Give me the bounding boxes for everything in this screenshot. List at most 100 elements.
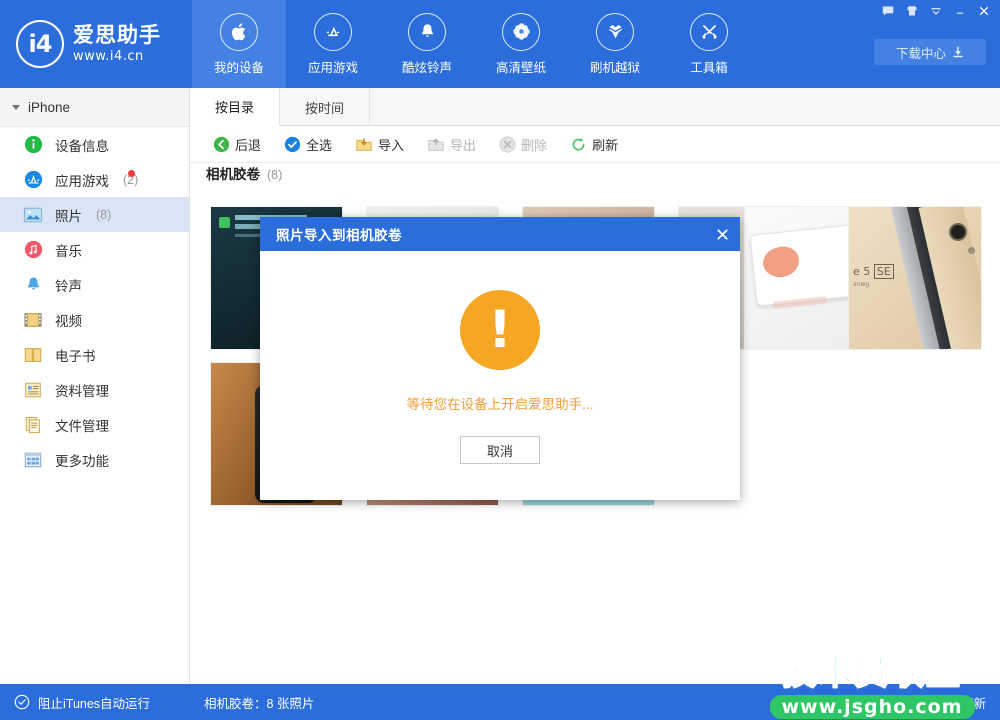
toolbar-label: 删除: [521, 135, 547, 154]
top-bar: i4 爱思助手 www.i4.cn 我的设备: [0, 0, 1000, 88]
photo-thumb-6[interactable]: e 5 SE anwg: [848, 206, 982, 350]
brand-url: www.i4.cn: [73, 50, 161, 64]
check-circle-icon: [14, 694, 30, 710]
back-arrow-icon: [213, 136, 230, 153]
device-header[interactable]: iPhone: [0, 88, 189, 127]
sidebar-item-label: 音乐: [55, 240, 82, 260]
notification-badge-dot: [128, 170, 135, 177]
sidebar-item-label: 照片: [55, 205, 82, 225]
message-icon[interactable]: [876, 2, 900, 21]
album-count: (8): [267, 168, 282, 182]
download-center-label: 下载中心: [896, 43, 946, 62]
sidebar-item-more-features[interactable]: 更多功能: [0, 442, 189, 477]
ebook-icon: [22, 344, 44, 366]
photo-icon: [22, 204, 44, 226]
export-icon: [427, 135, 445, 153]
sidebar-item-data-manage[interactable]: 资料管理: [0, 372, 189, 407]
tools-icon: [690, 13, 728, 51]
toolbar-label: 导出: [450, 135, 476, 154]
nav-tab-apps-games[interactable]: 应用游戏: [286, 0, 380, 88]
sidebar-item-photos[interactable]: 照片 (8): [0, 197, 189, 232]
sidebar-item-device-info[interactable]: 设备信息: [0, 127, 189, 162]
sidebar-item-label: 资料管理: [55, 380, 109, 400]
import-icon: [355, 135, 373, 153]
block-itunes-toggle[interactable]: 阻止iTunes自动运行: [0, 684, 190, 720]
sidebar-item-count: (8): [96, 208, 111, 222]
nav-tab-wallpapers[interactable]: 高清壁纸: [474, 0, 568, 88]
minimize-icon[interactable]: [948, 2, 972, 21]
cancel-button[interactable]: 取消: [460, 436, 540, 464]
file-manage-icon: [22, 414, 44, 436]
update-link[interactable]: 更新: [961, 693, 986, 712]
nav-tab-label: 应用游戏: [308, 57, 358, 76]
warning-icon: !: [460, 290, 540, 370]
music-icon: [22, 239, 44, 261]
block-itunes-label: 阻止iTunes自动运行: [38, 693, 150, 712]
appstore-icon: [314, 13, 352, 51]
export-button[interactable]: 导出: [418, 131, 485, 158]
select-all-button[interactable]: 全选: [275, 131, 341, 158]
dialog-title-bar: 照片导入到相机胶卷: [260, 217, 740, 251]
dialog-title: 照片导入到相机胶卷: [276, 224, 402, 244]
refresh-button[interactable]: 刷新: [561, 131, 627, 158]
sidebar-item-file-manage[interactable]: 文件管理: [0, 407, 189, 442]
flower-icon: [502, 13, 540, 51]
i4-logo-icon: i4: [16, 20, 64, 68]
sidebar-item-apps-games[interactable]: 应用游戏 (2): [0, 162, 189, 197]
dialog-body: ! 等待您在设备上开启爱思助手... 取消: [260, 251, 740, 500]
import-photos-dialog: 照片导入到相机胶卷 ! 等待您在设备上开启爱思助手... 取消: [260, 217, 740, 500]
nav-tab-my-device[interactable]: 我的设备: [192, 0, 286, 88]
import-button[interactable]: 导入: [346, 131, 413, 158]
status-text: 相机胶卷：8 张照片: [204, 693, 314, 712]
more-features-icon: [22, 449, 44, 471]
nav-tab-label: 高清壁纸: [496, 57, 546, 76]
sidebar-item-music[interactable]: 音乐: [0, 232, 189, 267]
delete-button[interactable]: 删除: [490, 131, 556, 158]
nav-tab-ringtones[interactable]: 酷炫铃声: [380, 0, 474, 88]
tab-by-time[interactable]: 按时间: [280, 88, 370, 126]
close-icon[interactable]: [972, 2, 996, 21]
album-header: 相机胶卷 (8): [190, 163, 1000, 193]
data-manage-icon: [22, 379, 44, 401]
skin-icon[interactable]: [900, 2, 924, 21]
tab-by-folder[interactable]: 按目录: [190, 88, 280, 126]
app-window: i4 爱思助手 www.i4.cn 我的设备: [0, 0, 1000, 720]
sidebar-item-label: 设备信息: [55, 135, 109, 155]
brand-title: 爱思助手: [73, 25, 161, 47]
sidebar-item-video[interactable]: 视频: [0, 302, 189, 337]
sidebar-item-label: 铃声: [55, 275, 82, 295]
view-mode-tabs: 按目录 按时间: [190, 88, 1000, 126]
i4-logo-mark: i4: [29, 30, 52, 58]
brand-logo: i4 爱思助手 www.i4.cn: [0, 0, 190, 88]
chevron-down-icon[interactable]: [924, 2, 948, 21]
back-button[interactable]: 后退: [204, 131, 270, 158]
window-controls: [876, 1, 996, 21]
photos-toolbar: 后退 全选 导入 导出: [190, 126, 1000, 163]
download-center-button[interactable]: 下载中心: [874, 39, 986, 65]
nav-tab-label: 工具箱: [690, 57, 728, 76]
album-name: 相机胶卷: [206, 163, 260, 183]
nav-tab-label: 刷机越狱: [590, 57, 640, 76]
sidebar-item-label: 应用游戏: [55, 170, 109, 190]
select-all-check-icon: [284, 136, 301, 153]
tab-label: 按目录: [215, 97, 254, 116]
delete-icon: [499, 136, 516, 153]
nav-tab-toolbox[interactable]: 工具箱: [662, 0, 756, 88]
main-nav-tabs: 我的设备 应用游戏 酷炫铃声: [192, 0, 756, 88]
refresh-icon: [570, 136, 587, 153]
nav-tab-flash-jailbreak[interactable]: 刷机越狱: [568, 0, 662, 88]
sidebar-item-ringtone[interactable]: 铃声: [0, 267, 189, 302]
toolbar-label: 刷新: [592, 135, 618, 154]
chevron-down-icon: [12, 105, 20, 110]
sidebar: iPhone 设备信息 应用游戏 (2) 照片 (8): [0, 88, 190, 684]
download-icon: [952, 46, 964, 58]
flash-box-icon: [596, 13, 634, 51]
status-bar: 相机胶卷：8 张照片 更新: [190, 684, 1000, 720]
ringtone-bell-icon: [22, 274, 44, 296]
sidebar-item-label: 更多功能: [55, 450, 109, 470]
nav-tab-label: 酷炫铃声: [402, 57, 452, 76]
toolbar-label: 后退: [235, 135, 261, 154]
device-name: iPhone: [28, 100, 70, 115]
close-icon[interactable]: [704, 217, 740, 251]
sidebar-item-ebook[interactable]: 电子书: [0, 337, 189, 372]
